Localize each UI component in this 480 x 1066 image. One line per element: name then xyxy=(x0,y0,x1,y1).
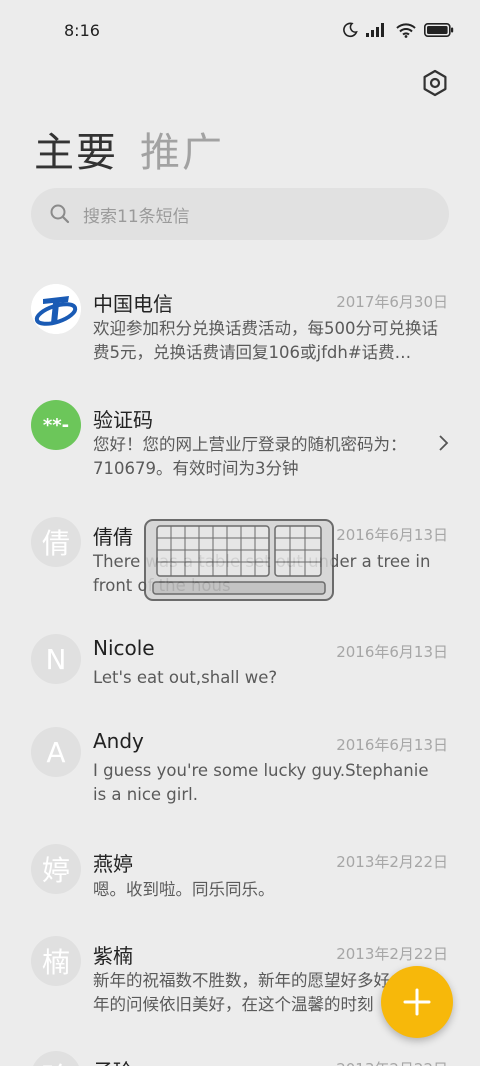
settings-button[interactable] xyxy=(420,68,450,98)
conversation-preview: 欢迎参加积分兑换话费活动，每500分可兑换话费5元，兑换话费请回复106或jfd… xyxy=(93,319,438,362)
avatar: N xyxy=(31,634,81,684)
avatar: 楠 xyxy=(31,936,81,986)
conversation-date: 2013年2月22日 xyxy=(336,1058,448,1066)
avatar-china-telecom xyxy=(31,284,81,334)
conversation-preview: 您好！您的网上营业厅登录的随机密码为：710679。有效时间为3分钟 xyxy=(93,435,407,478)
conversation-preview: 嗯。收到啦。同乐同乐。 xyxy=(93,880,275,899)
conversation-date: 2017年6月30日 xyxy=(336,293,448,311)
conversation-date: 2013年2月22日 xyxy=(336,853,448,871)
avatar-text: **- xyxy=(42,414,70,436)
avatar-text: N xyxy=(45,642,67,676)
wifi-icon xyxy=(396,22,416,38)
conversation-name: Andy xyxy=(93,729,144,753)
plus-icon xyxy=(403,988,431,1016)
conversation-date: 2016年6月13日 xyxy=(336,526,448,544)
chevron-right-icon xyxy=(439,435,449,451)
avatar: 倩 xyxy=(31,517,81,567)
conversation-name: 子玲 xyxy=(93,1055,133,1066)
status-icons xyxy=(342,22,454,38)
avatar-verification: **- xyxy=(31,400,81,450)
avatar-text: 倩 xyxy=(41,527,70,560)
settings-hex-icon xyxy=(423,69,447,97)
search-icon xyxy=(50,204,70,224)
moon-icon xyxy=(343,22,358,38)
avatar-text: 楠 xyxy=(41,946,70,979)
tab-primary[interactable]: 主要 xyxy=(34,120,118,178)
conversation-name: 验证码 xyxy=(93,408,153,432)
tab-bar: 主要 推广 xyxy=(34,120,224,178)
avatar-text: A xyxy=(46,735,66,769)
conversation-name: 燕婷 xyxy=(93,852,133,876)
status-time: 8:16 xyxy=(64,21,100,40)
avatar: 玲 xyxy=(31,1051,81,1066)
new-message-button[interactable] xyxy=(381,966,453,1038)
avatar-text: 玲 xyxy=(42,1056,70,1066)
conversation-name: 中国电信 xyxy=(93,292,173,316)
conversation-date: 2016年6月13日 xyxy=(336,643,448,661)
search-bar[interactable]: 搜索11条短信 xyxy=(31,188,449,240)
status-bar: 8:16 xyxy=(0,0,480,62)
conversation-name: 紫楠 xyxy=(93,944,133,968)
avatar-text: 婷 xyxy=(41,854,70,887)
tab-promotions[interactable]: 推广 xyxy=(140,120,224,178)
avatar: 婷 xyxy=(31,844,81,894)
keyboard-overlay-icon xyxy=(144,519,334,601)
search-placeholder: 搜索11条短信 xyxy=(83,206,190,227)
conversation-name: Nicole xyxy=(93,636,155,660)
conversation-preview: I guess you're some lucky guy.Stephanie … xyxy=(93,761,429,804)
battery-icon xyxy=(424,23,454,37)
avatar: A xyxy=(31,727,81,777)
conversation-preview: Let's eat out,shall we? xyxy=(93,668,278,687)
conversation-date: 2016年6月13日 xyxy=(336,736,448,754)
conversation-date: 2013年2月22日 xyxy=(336,945,448,963)
signal-icon xyxy=(366,23,384,37)
conversation-name: 倩倩 xyxy=(93,525,133,549)
china-telecom-logo-icon xyxy=(31,284,81,334)
